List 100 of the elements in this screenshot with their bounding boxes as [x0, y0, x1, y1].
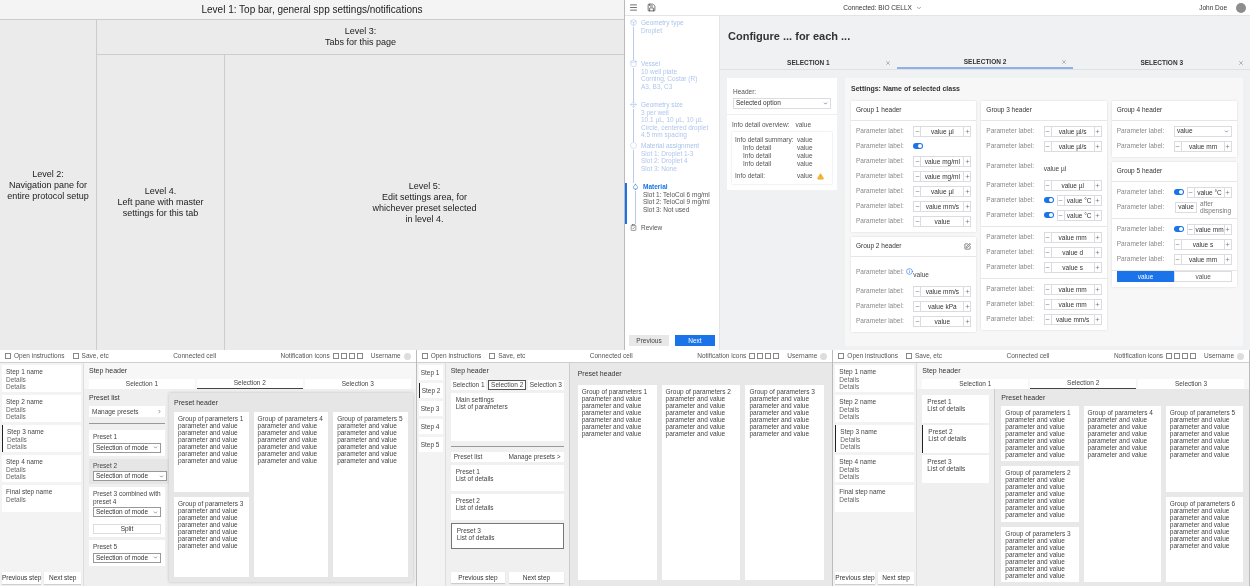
decrement-button[interactable] [1044, 141, 1052, 151]
close-icon[interactable] [1061, 58, 1068, 65]
decrement-button[interactable] [1057, 195, 1065, 205]
decrement-button[interactable] [1044, 180, 1052, 190]
decrement-button[interactable] [914, 301, 922, 311]
decrement-button[interactable] [1175, 141, 1182, 151]
toggle-switch[interactable] [1043, 212, 1054, 218]
minus-icon [914, 303, 920, 309]
increment-button[interactable] [963, 126, 971, 136]
increment-button[interactable] [1093, 247, 1101, 257]
avatar[interactable] [820, 352, 828, 360]
increment-button[interactable] [1093, 126, 1101, 136]
plus-icon [964, 128, 970, 134]
page-title: Configure ... for each ... [728, 28, 851, 44]
plus-icon [964, 188, 970, 194]
plus-icon [964, 318, 970, 324]
decrement-button[interactable] [1175, 239, 1182, 249]
decrement-button[interactable] [914, 156, 922, 166]
increment-button[interactable] [1093, 210, 1101, 220]
decrement-button[interactable] [914, 171, 922, 181]
checkbox[interactable] [72, 353, 79, 359]
plus-icon [964, 303, 970, 309]
save-icon[interactable] [647, 3, 656, 12]
close-icon[interactable] [1238, 59, 1244, 66]
decrement-button[interactable] [1044, 262, 1052, 272]
increment-button[interactable] [1093, 299, 1101, 309]
decrement-button[interactable] [914, 201, 922, 211]
decrement-button[interactable] [1044, 247, 1052, 257]
increment-button[interactable] [1093, 195, 1101, 205]
increment-button[interactable] [963, 186, 971, 196]
increment-button[interactable] [1224, 224, 1231, 234]
close-icon[interactable] [884, 59, 891, 66]
increment-button[interactable] [1093, 314, 1101, 324]
increment-button[interactable] [963, 286, 971, 296]
chevron-down-icon [153, 555, 158, 560]
plus-icon [1095, 182, 1101, 188]
checkbox[interactable] [489, 353, 496, 359]
increment-button[interactable] [963, 301, 971, 311]
minus-icon [914, 188, 920, 194]
increment-button[interactable] [1224, 239, 1231, 249]
decrement-button[interactable] [1175, 254, 1182, 264]
increment-button[interactable] [1093, 232, 1101, 242]
minus-icon [1045, 128, 1051, 134]
increment-button[interactable] [1093, 284, 1101, 294]
decrement-button[interactable] [1044, 284, 1052, 294]
decrement-button[interactable] [914, 286, 922, 296]
chevron-down-icon [153, 445, 158, 450]
increment-button[interactable] [1093, 141, 1101, 151]
decrement-button[interactable] [914, 216, 922, 226]
info-icon[interactable] [905, 268, 913, 275]
avatar[interactable] [1236, 2, 1246, 13]
minus-icon [1045, 286, 1051, 292]
decrement-button[interactable] [914, 126, 922, 136]
plus-icon [964, 203, 970, 209]
plus-icon [1095, 264, 1101, 270]
increment-button[interactable] [1224, 187, 1231, 197]
menu-icon[interactable] [629, 3, 638, 12]
checkbox[interactable] [838, 353, 845, 359]
increment-button[interactable] [1093, 262, 1101, 272]
decrement-button[interactable] [1044, 126, 1052, 136]
increment-button[interactable] [963, 216, 971, 226]
minus-icon [914, 158, 920, 164]
minus-icon [1058, 212, 1064, 218]
toggle-switch[interactable] [1174, 189, 1184, 195]
increment-button[interactable] [963, 201, 971, 211]
decrement-button[interactable] [1044, 299, 1052, 309]
checkbox[interactable] [421, 353, 428, 359]
edit-icon[interactable] [964, 242, 972, 250]
decrement-button[interactable] [1044, 314, 1052, 324]
decrement-button[interactable] [914, 316, 922, 326]
checkbox[interactable] [5, 353, 11, 359]
increment-button[interactable] [1224, 141, 1231, 151]
decrement-button[interactable] [1188, 224, 1195, 234]
minus-icon [1188, 189, 1194, 195]
increment-button[interactable] [1224, 254, 1231, 264]
chevron-down-icon [1224, 128, 1229, 134]
decrement-button[interactable] [1057, 210, 1065, 220]
chevron-down-icon[interactable] [915, 4, 922, 11]
decrement-button[interactable] [1044, 232, 1052, 242]
plus-icon [964, 158, 970, 164]
minus-icon [1045, 264, 1051, 270]
minus-icon [1188, 226, 1194, 232]
avatar[interactable] [1237, 352, 1244, 360]
avatar[interactable] [403, 352, 411, 360]
plus-icon [1225, 189, 1231, 195]
minus-icon [1175, 241, 1181, 247]
minus-icon [1058, 197, 1064, 203]
decrement-button[interactable] [914, 186, 922, 196]
plus-icon [964, 173, 970, 179]
toggle-switch[interactable] [913, 143, 924, 149]
increment-button[interactable] [963, 316, 971, 326]
increment-button[interactable] [963, 171, 971, 181]
area-label: Level 2: Navigation pane for entire protocol setup [7, 168, 89, 202]
increment-button[interactable] [1093, 180, 1101, 190]
decrement-button[interactable] [1188, 187, 1195, 197]
toggle-switch[interactable] [1174, 226, 1184, 232]
toggle-switch[interactable] [1043, 197, 1054, 203]
checkbox[interactable] [905, 353, 912, 359]
chevron-down-icon [159, 473, 164, 479]
increment-button[interactable] [963, 156, 971, 166]
